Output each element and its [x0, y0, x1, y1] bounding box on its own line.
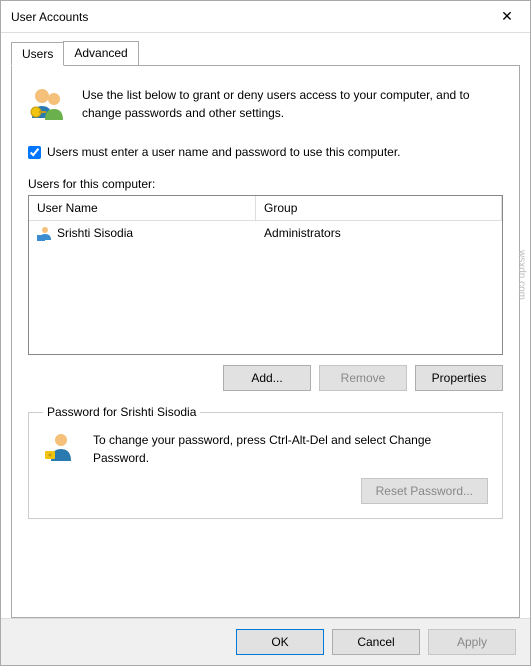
reset-password-row: Reset Password...	[43, 478, 488, 504]
tab-strip: Users Advanced	[11, 41, 520, 65]
user-name-text: Srishti Sisodia	[57, 226, 133, 240]
require-password-checkbox[interactable]	[28, 146, 41, 159]
tab-panel-users: Use the list below to grant or deny user…	[11, 65, 520, 618]
password-group-content: To change your password, press Ctrl-Alt-…	[43, 431, 488, 470]
tab-users[interactable]: Users	[11, 42, 64, 66]
user-group-cell: Administrators	[256, 221, 502, 245]
user-group-text: Administrators	[264, 226, 341, 240]
watermark-text: wsxdn.com	[516, 250, 527, 300]
password-groupbox-legend: Password for Srishti Sisodia	[43, 405, 200, 419]
cancel-button[interactable]: Cancel	[332, 629, 420, 655]
window-title: User Accounts	[11, 10, 484, 24]
require-password-label: Users must enter a user name and passwor…	[47, 145, 401, 159]
dialog-button-row: OK Cancel Apply	[1, 618, 530, 665]
close-button[interactable]: ✕	[484, 1, 530, 33]
intro-row: Use the list below to grant or deny user…	[28, 84, 503, 127]
require-password-row[interactable]: Users must enter a user name and passwor…	[28, 145, 503, 159]
ok-button[interactable]: OK	[236, 629, 324, 655]
user-buttons-row: Add... Remove Properties	[28, 365, 503, 391]
intro-text: Use the list below to grant or deny user…	[82, 84, 503, 127]
title-bar: User Accounts ✕	[1, 1, 530, 33]
column-header-group[interactable]: Group	[256, 196, 502, 220]
add-button[interactable]: Add...	[223, 365, 311, 391]
tab-container: Users Advanced Use the list below to gra…	[1, 33, 530, 618]
user-row-icon	[37, 225, 53, 241]
users-list[interactable]: User Name Group Srishti Sisodia	[28, 195, 503, 355]
column-header-username[interactable]: User Name	[29, 196, 256, 220]
users-icon	[28, 84, 68, 127]
user-name-cell: Srishti Sisodia	[29, 221, 256, 245]
users-list-label: Users for this computer:	[28, 177, 503, 191]
table-row[interactable]: Srishti Sisodia Administrators	[29, 221, 502, 245]
user-accounts-window: User Accounts ✕ Users Advanced	[0, 0, 531, 666]
users-list-header: User Name Group	[29, 196, 502, 221]
apply-button: Apply	[428, 629, 516, 655]
reset-password-button: Reset Password...	[361, 478, 488, 504]
password-groupbox: Password for Srishti Sisodia To change y…	[28, 405, 503, 519]
remove-button: Remove	[319, 365, 407, 391]
password-group-text: To change your password, press Ctrl-Alt-…	[93, 431, 488, 470]
properties-button[interactable]: Properties	[415, 365, 503, 391]
users-list-body: Srishti Sisodia Administrators	[29, 221, 502, 245]
tab-advanced[interactable]: Advanced	[63, 41, 138, 65]
key-icon	[43, 431, 79, 470]
